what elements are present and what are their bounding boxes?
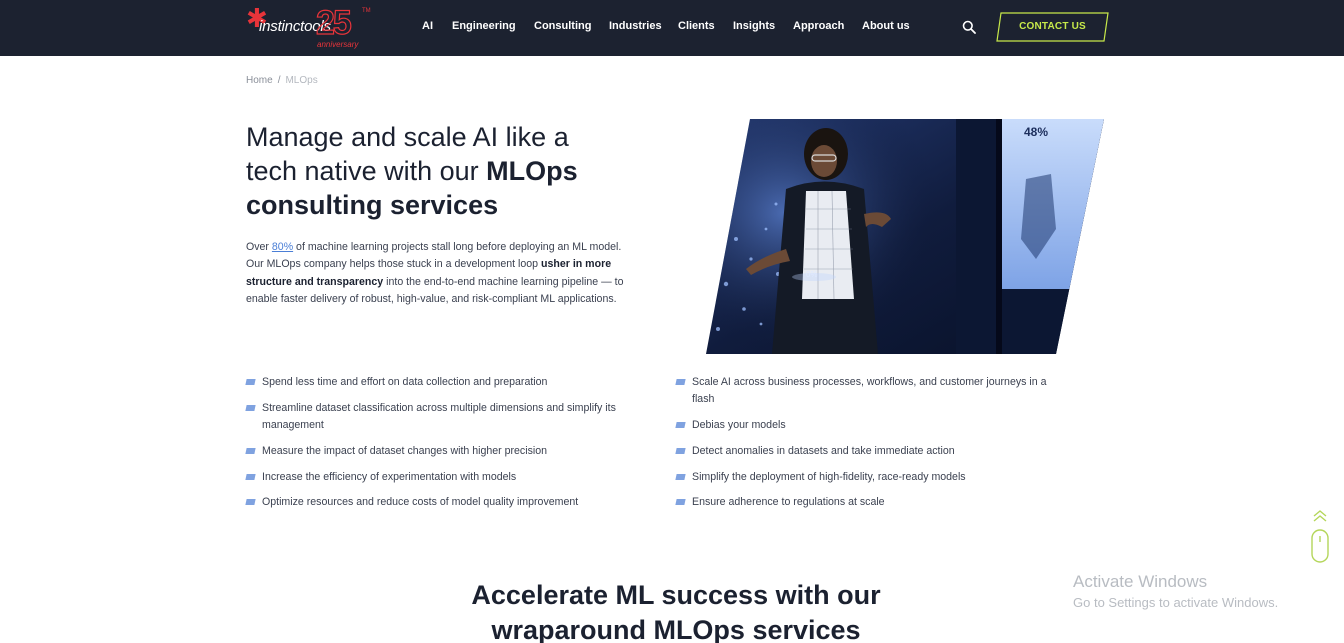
section-title: Accelerate ML success with our wraparoun…: [471, 580, 881, 643]
bullet-icon: [245, 448, 256, 454]
image-percent-0: 0%: [806, 270, 818, 279]
benefit-item: Debias your models: [675, 417, 1056, 434]
benefit-item: Measure the impact of dataset changes wi…: [245, 443, 626, 460]
page-title: Manage and scale AI like a tech native w…: [246, 120, 646, 222]
benefit-text: Optimize resources and reduce costs of m…: [262, 496, 579, 508]
contact-us-label: CONTACT US: [1019, 21, 1086, 32]
benefit-item: Optimize resources and reduce costs of m…: [245, 494, 636, 511]
benefit-item: Scale AI across business processes, work…: [675, 374, 1066, 408]
title-line-1: Manage and scale AI like a: [246, 122, 569, 152]
bullet-icon: [245, 499, 256, 505]
breadcrumb: Home / MLOps: [246, 75, 318, 86]
bullet-icon: [245, 474, 256, 480]
activate-windows-watermark: Activate Windows Go to Settings to activ…: [1073, 572, 1278, 610]
benefit-item: Streamline dataset classification across…: [245, 400, 626, 434]
benefit-text: Spend less time and effort on data colle…: [262, 376, 548, 388]
benefit-item: Ensure adherence to regulations at scale: [675, 494, 1056, 511]
nav-item-insights[interactable]: Insights: [733, 20, 775, 32]
hero-text-part-1: Over: [246, 241, 272, 253]
contact-us-button[interactable]: CONTACT US: [996, 12, 1109, 42]
search-icon[interactable]: [962, 20, 976, 34]
bullet-icon: [675, 422, 686, 428]
bullet-icon: [675, 379, 686, 385]
image-percent-48: 48%: [1024, 125, 1048, 139]
nav-item-ai[interactable]: AI: [422, 20, 433, 32]
bullet-icon: [245, 405, 256, 411]
benefit-text: Scale AI across business processes, work…: [692, 376, 1047, 405]
benefit-text: Increase the efficiency of experimentati…: [262, 471, 517, 483]
nav-item-about-us[interactable]: About us: [862, 20, 910, 32]
logo-anniversary-text: anniversary: [317, 40, 359, 49]
benefit-item: Spend less time and effort on data colle…: [245, 374, 626, 391]
title-bold-consulting: consulting services: [246, 190, 499, 220]
benefit-text: Ensure adherence to regulations at scale: [692, 496, 885, 508]
nav-item-engineering[interactable]: Engineering: [452, 20, 516, 32]
hero-description: Over 80% of machine learning projects st…: [246, 239, 628, 309]
benefit-text: Simplify the deployment of high-fidelity…: [692, 471, 966, 483]
bullet-icon: [675, 448, 686, 454]
benefit-text: Measure the impact of dataset changes wi…: [262, 445, 548, 457]
watermark-line-2: Go to Settings to activate Windows.: [1073, 595, 1279, 610]
benefit-item: Detect anomalies in datasets and take im…: [675, 443, 1056, 460]
watermark-line-1: Activate Windows: [1073, 572, 1208, 591]
bullet-icon: [675, 474, 686, 480]
benefit-item: Simplify the deployment of high-fidelity…: [675, 469, 1056, 486]
bullet-icon: [675, 499, 686, 505]
title-line-2: tech native with our: [246, 156, 487, 186]
hero-image: 48% 0%: [706, 119, 1104, 354]
benefit-text: Debias your models: [692, 419, 786, 431]
breadcrumb-separator: /: [277, 75, 281, 86]
benefit-item: Increase the efficiency of experimentati…: [245, 469, 626, 486]
logo-anniversary-number: 25: [315, 3, 352, 42]
breadcrumb-current: MLOps: [285, 75, 318, 86]
nav-item-consulting[interactable]: Consulting: [534, 20, 591, 32]
nav-item-clients[interactable]: Clients: [678, 20, 715, 32]
nav-item-industries[interactable]: Industries: [609, 20, 662, 32]
benefit-text: Detect anomalies in datasets and take im…: [692, 445, 955, 457]
breadcrumb-home[interactable]: Home: [246, 75, 273, 86]
title-bold-mlops: MLOps: [486, 156, 578, 186]
bullet-icon: [245, 379, 256, 385]
statistic-link[interactable]: 80%: [272, 241, 293, 253]
logo-trademark: TM: [362, 8, 371, 14]
instinctools-logo[interactable]: ✱ instinctools 25 TM anniversary: [246, 3, 376, 50]
top-navigation-bar: ✱ instinctools 25 TM anniversary AI Engi…: [0, 0, 1344, 56]
scroll-down-icon[interactable]: [1309, 508, 1331, 564]
nav-item-approach[interactable]: Approach: [793, 20, 844, 32]
benefit-text: Streamline dataset classification across…: [262, 402, 616, 431]
